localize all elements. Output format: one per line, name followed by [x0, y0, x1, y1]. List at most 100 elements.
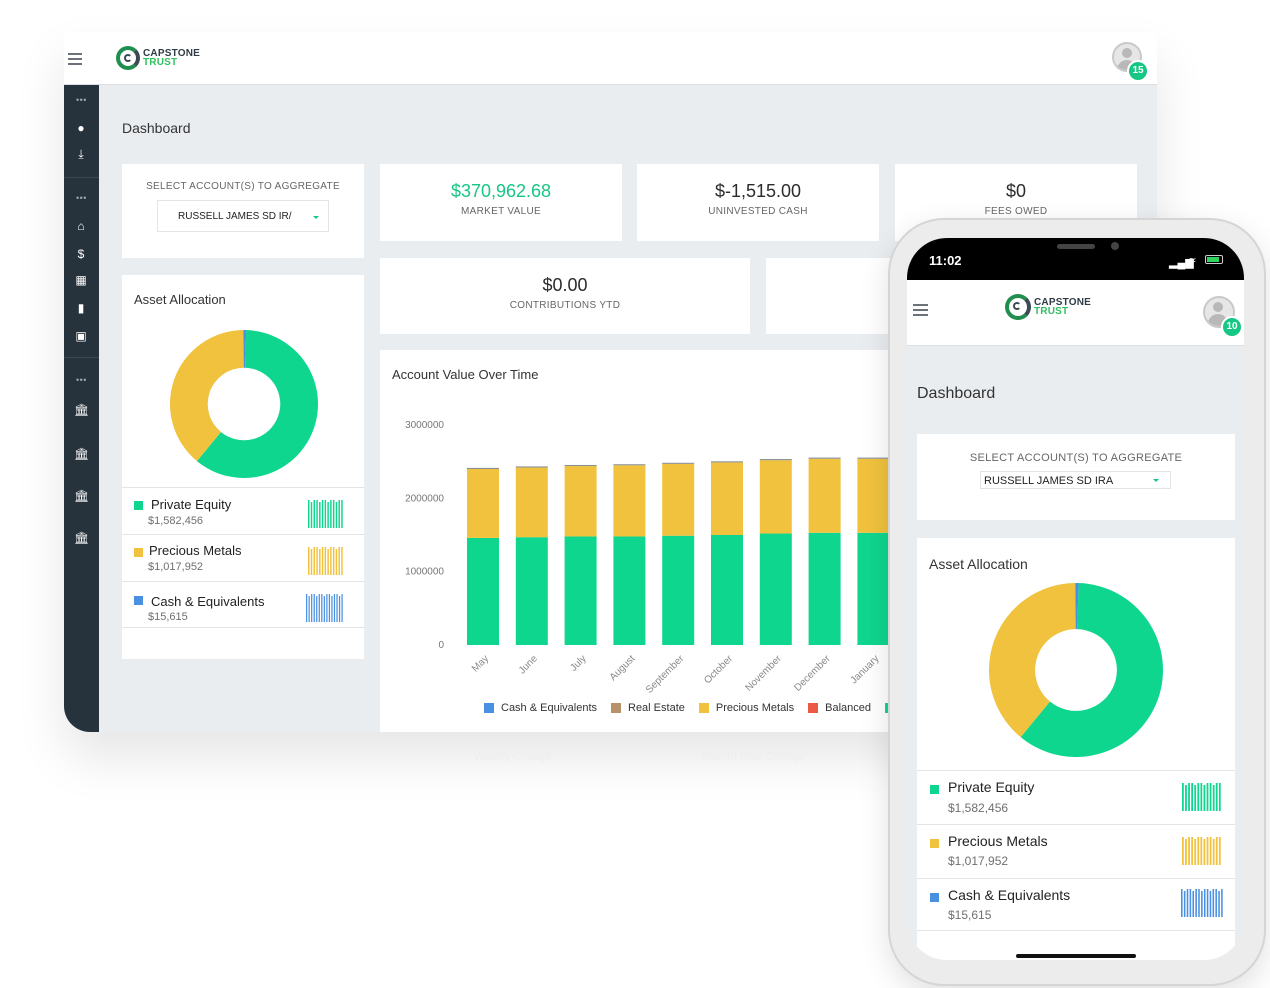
spark-bar	[1188, 783, 1190, 811]
legend-label[interactable]: Balanced	[825, 702, 871, 714]
bar-segment-cash-equivalents[interactable]	[857, 457, 890, 459]
bar-segment-private-equity[interactable]	[662, 535, 695, 645]
spark-bar	[1185, 839, 1187, 865]
spark-bar	[318, 594, 320, 622]
spark-bar	[308, 596, 310, 622]
legend-label[interactable]: Real Estate	[628, 702, 685, 714]
market-value-label: MARKET VALUE	[461, 206, 541, 217]
spark-bar	[310, 502, 313, 528]
spark-bar	[1218, 837, 1221, 865]
bar-segment-cash-equivalents[interactable]	[662, 462, 695, 464]
bar-segment-private-equity[interactable]	[759, 533, 792, 645]
spark-bar	[1194, 839, 1197, 865]
legend-swatch	[808, 703, 819, 713]
legend-item[interactable]: Private Equity $1,582,456	[917, 770, 1235, 824]
spark-bar	[330, 547, 332, 575]
spark-bar	[324, 547, 327, 575]
home-icon[interactable]: ⌂	[74, 219, 88, 233]
spark-bar	[1191, 783, 1194, 811]
capstone-trust-logo[interactable]: CAPSTONE TRUST	[1005, 294, 1091, 320]
chevron-down-icon[interactable]	[1153, 479, 1159, 482]
bank-icon[interactable]: 🏛	[74, 531, 89, 545]
document-icon[interactable]: ▮	[74, 301, 88, 315]
legend-item-amount: $1,582,456	[148, 515, 204, 527]
wifi-icon: ≈	[1189, 253, 1196, 267]
bar-segment-precious-metals[interactable]	[808, 458, 841, 533]
spark-bar	[313, 500, 316, 528]
spark-bar	[319, 502, 321, 528]
bar-segment-private-equity[interactable]	[711, 535, 743, 645]
menu-icon[interactable]	[913, 304, 928, 319]
bar-segment-cash-equivalents[interactable]	[613, 464, 646, 466]
spark-bar	[1197, 837, 1200, 865]
bar-segment-private-equity[interactable]	[467, 537, 499, 645]
home-indicator[interactable]	[1016, 954, 1136, 958]
spark-bar	[1186, 889, 1189, 917]
bar-segment-private-equity[interactable]	[857, 532, 890, 645]
bar-segment-private-equity[interactable]	[808, 532, 841, 645]
bar-segment-precious-metals[interactable]	[515, 467, 548, 538]
uninvested-cash-label: UNINVESTED CASH	[708, 206, 808, 217]
asset-allocation-title: Asset Allocation	[134, 292, 226, 307]
bar-segment-private-equity[interactable]	[613, 536, 646, 645]
chevron-down-icon[interactable]	[313, 216, 319, 219]
spark-bar	[330, 500, 332, 528]
legend-label[interactable]: Cash & Equivalents	[501, 702, 597, 714]
phone-top-bar: CAPSTONE TRUST 10	[907, 280, 1244, 346]
bar-segment-precious-metals[interactable]	[857, 458, 890, 533]
legend-item[interactable]: Precious Metals $1,017,952	[917, 824, 1235, 878]
menu-icon[interactable]	[68, 53, 82, 68]
bar-segment-precious-metals[interactable]	[613, 465, 646, 537]
bar-segment-cash-equivalents[interactable]	[808, 457, 841, 459]
notification-badge[interactable]: 10	[1221, 316, 1243, 338]
speaker-icon	[1057, 244, 1095, 249]
user-icon[interactable]: ●	[74, 121, 88, 135]
ytd-change-label: Year To Date Change	[700, 751, 805, 763]
status-time: 11:02	[929, 253, 962, 268]
bar-segment-private-equity[interactable]	[515, 537, 548, 645]
legend-item-amount: $1,017,952	[148, 561, 204, 573]
legend-label[interactable]: Precious Metals	[716, 702, 794, 714]
spark-bar	[338, 596, 341, 622]
account-select[interactable]: RUSSELL JAMES SD IR/	[157, 200, 329, 232]
x-tick-label: June	[517, 653, 540, 676]
legend-item-name: Private Equity	[151, 497, 232, 512]
legend-item[interactable]: Private Equity $1,582,456	[122, 487, 364, 534]
bar-segment-cash-equivalents[interactable]	[711, 461, 743, 463]
legend-item[interactable]: Cash & Equivalents $15,615	[917, 878, 1235, 932]
bar-segment-cash-equivalents[interactable]	[759, 459, 792, 461]
bank-icon[interactable]: 🏛	[74, 403, 89, 417]
bar-segment-precious-metals[interactable]	[759, 460, 792, 534]
spark-bar	[1215, 783, 1218, 811]
bar-segment-cash-equivalents[interactable]	[564, 464, 597, 467]
more-dots-icon: • • •	[76, 375, 87, 385]
bar-segment-precious-metals[interactable]	[467, 469, 499, 538]
market-value-card: $370,962.68 MARKET VALUE	[380, 164, 622, 241]
spark-bar	[326, 594, 328, 622]
bar-segment-cash-equivalents[interactable]	[467, 467, 499, 469]
bill-icon[interactable]: ▣	[74, 329, 88, 343]
dollar-icon[interactable]: $	[74, 247, 88, 261]
precious-metals-swatch	[134, 548, 143, 557]
account-select[interactable]: RUSSELL JAMES SD IRA	[980, 471, 1171, 489]
x-tick-label: January	[849, 653, 882, 686]
bank-icon[interactable]: 🏛	[74, 447, 89, 461]
bar-segment-precious-metals[interactable]	[662, 463, 695, 536]
legend-item[interactable]: Precious Metals $1,017,952	[122, 534, 364, 581]
download-icon[interactable]: ⤓	[74, 147, 88, 161]
spark-bar	[316, 596, 318, 622]
bar-segment-precious-metals[interactable]	[711, 462, 743, 535]
spark-bar	[323, 596, 325, 622]
sparkline-bars	[1182, 837, 1221, 865]
bank-icon[interactable]: 🏛	[74, 489, 89, 503]
bar-segment-precious-metals[interactable]	[564, 466, 597, 537]
bar-segment-cash-equivalents[interactable]	[515, 466, 548, 468]
bar-segment-private-equity[interactable]	[564, 536, 597, 645]
spark-bar	[1181, 889, 1183, 917]
capstone-trust-logo[interactable]: CAPSTONE TRUST	[116, 46, 200, 70]
grid-icon[interactable]: ▦	[74, 273, 88, 287]
spark-bar	[319, 549, 321, 575]
spark-bar	[1218, 891, 1220, 917]
legend-item[interactable]: Cash & Equivalents $15,615	[122, 581, 364, 628]
notification-badge[interactable]: 15	[1127, 60, 1149, 82]
